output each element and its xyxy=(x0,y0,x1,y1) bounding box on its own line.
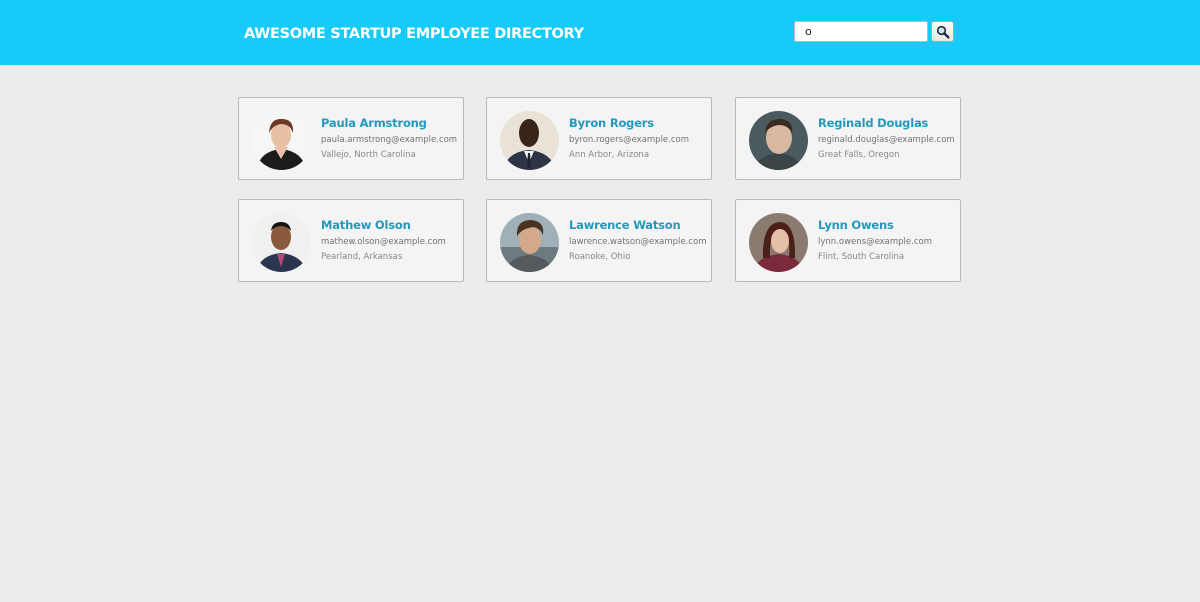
employee-card[interactable]: Lawrence Watson lawrence.watson@example.… xyxy=(486,199,712,282)
employee-email: reginald.douglas@example.com xyxy=(818,135,955,145)
employee-name: Lynn Owens xyxy=(818,218,894,232)
employee-email: lawrence.watson@example.com xyxy=(569,237,707,247)
employee-name: Byron Rogers xyxy=(569,116,654,130)
employee-card[interactable]: Lynn Owens lynn.owens@example.com Flint,… xyxy=(735,199,961,282)
employee-location: Vallejo, North Carolina xyxy=(321,150,416,160)
avatar xyxy=(500,213,559,272)
employee-card[interactable]: Paula Armstrong paula.armstrong@example.… xyxy=(238,97,464,180)
avatar xyxy=(500,111,559,170)
search-icon xyxy=(936,25,950,39)
search-button[interactable] xyxy=(931,21,954,42)
avatar xyxy=(252,111,311,170)
employee-name: Mathew Olson xyxy=(321,218,411,232)
employee-email: lynn.owens@example.com xyxy=(818,237,933,247)
employee-card[interactable]: Reginald Douglas reginald.douglas@exampl… xyxy=(735,97,961,180)
employee-email: mathew.olson@example.com xyxy=(321,237,446,247)
search-input[interactable] xyxy=(794,21,928,42)
employee-name: Paula Armstrong xyxy=(321,116,427,130)
employee-location: Roanoke, Ohio xyxy=(569,252,631,262)
employee-card[interactable]: Byron Rogers byron.rogers@example.com An… xyxy=(486,97,712,180)
employee-email: paula.armstrong@example.com xyxy=(321,135,458,145)
employee-name: Reginald Douglas xyxy=(818,116,929,130)
avatar xyxy=(252,213,311,272)
employee-location: Pearland, Arkansas xyxy=(321,252,403,262)
avatar xyxy=(749,111,808,170)
page-title: AWESOME STARTUP EMPLOYEE DIRECTORY xyxy=(244,26,584,42)
app-header: AWESOME STARTUP EMPLOYEE DIRECTORY xyxy=(0,0,1200,65)
employee-card[interactable]: Mathew Olson mathew.olson@example.com Pe… xyxy=(238,199,464,282)
employee-location: Ann Arbor, Arizona xyxy=(569,150,650,160)
employee-location: Great Falls, Oregon xyxy=(818,150,900,160)
avatar xyxy=(749,213,808,272)
employee-location: Flint, South Carolina xyxy=(818,252,905,262)
employee-name: Lawrence Watson xyxy=(569,218,681,232)
employee-email: byron.rogers@example.com xyxy=(569,135,690,145)
